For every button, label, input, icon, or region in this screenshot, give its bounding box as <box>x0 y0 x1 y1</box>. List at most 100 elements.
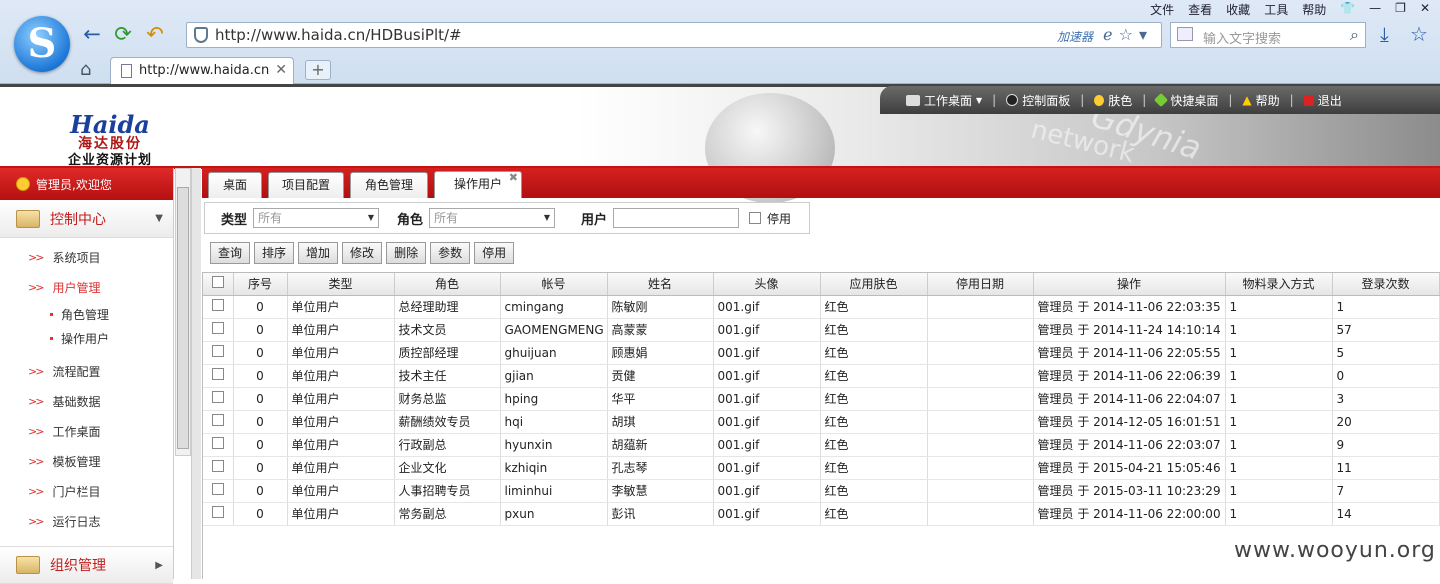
column-header[interactable]: 操作 <box>1033 273 1226 296</box>
close-icon[interactable]: ✕ <box>1420 1 1430 18</box>
sidebar-item-logs[interactable]: >> 运行日志 <box>0 506 173 536</box>
row-checkbox[interactable] <box>211 506 224 518</box>
table-row[interactable]: 0 单位用户 行政副总 hyunxin 胡蕴新 001.gif 红色 管理员 于 2014-1… <box>203 433 1440 457</box>
row-checkbox[interactable] <box>211 460 224 472</box>
menu-control-panel[interactable]: 控制面板 <box>1006 92 1070 109</box>
table-row[interactable]: 0 单位用户 技术文员 GAOMENGMENG 高蒙蒙 001.gif 红色 管理员 于 20… <box>203 318 1440 342</box>
menu-help[interactable]: 帮助 <box>1302 1 1326 18</box>
column-header[interactable]: 帐号 <box>500 273 608 296</box>
type-select[interactable]: 所有 ▼ <box>253 208 380 228</box>
row-select-cell[interactable] <box>203 456 234 480</box>
menu-logout[interactable]: 退出 <box>1303 92 1342 109</box>
address-bar-icons[interactable]: ℯ☆▾ <box>1103 25 1153 44</box>
disabled-checkbox[interactable] <box>749 212 762 224</box>
refresh-icon[interactable]: ⟳ <box>111 22 135 46</box>
sidebar-scrollbar[interactable] <box>175 168 191 456</box>
sidebar-item-base-data[interactable]: >> 基础数据 <box>0 386 173 416</box>
menu-file[interactable]: 文件 <box>1150 1 1174 18</box>
row-checkbox[interactable] <box>211 322 224 334</box>
select-all-cell[interactable] <box>203 273 234 296</box>
table-row[interactable]: 0 单位用户 财务总监 hping 华平 001.gif 红色 管理员 于 2014-11-0… <box>203 387 1440 411</box>
add-button[interactable]: 增加 <box>298 242 339 264</box>
column-header[interactable]: 头像 <box>713 273 821 296</box>
table-row[interactable]: 0 单位用户 技术主任 gjian 贡健 001.gif 红色 管理员 于 2014-11-0… <box>203 364 1440 388</box>
sidebar-item-workspace[interactable]: >> 工作桌面 <box>0 416 173 446</box>
table-row[interactable]: 0 单位用户 总经理助理 cmingang 陈敏刚 001.gif 红色 管理员 于 2014… <box>203 295 1440 319</box>
minimize-icon[interactable]: — <box>1369 1 1381 18</box>
search-box[interactable]: 输入文字搜索 ⌕ <box>1170 22 1366 48</box>
row-checkbox[interactable] <box>211 299 224 311</box>
row-select-cell[interactable] <box>203 364 234 388</box>
row-checkbox[interactable] <box>211 345 224 357</box>
row-select-cell[interactable] <box>203 387 234 411</box>
column-header[interactable]: 应用肤色 <box>820 273 928 296</box>
menu-skin[interactable]: 肤色 <box>1094 92 1132 109</box>
back-icon[interactable]: ← <box>80 22 104 46</box>
row-select-cell[interactable] <box>203 295 234 319</box>
menu-view[interactable]: 查看 <box>1188 1 1212 18</box>
sidebar-item-workflow[interactable]: >> 流程配置 <box>0 356 173 386</box>
row-checkbox[interactable] <box>211 368 224 380</box>
menu-tools[interactable]: 工具 <box>1264 1 1288 18</box>
tab-close-icon[interactable]: ✕ <box>275 62 287 78</box>
scrollbar-thumb[interactable] <box>177 187 189 449</box>
sidebar-item-templates[interactable]: >> 模板管理 <box>0 446 173 476</box>
table-row[interactable]: 0 单位用户 人事招聘专员 liminhui 李敏慧 001.gif 红色 管理员 于 201… <box>203 479 1440 503</box>
query-button[interactable]: 查询 <box>210 242 251 264</box>
column-header[interactable]: 角色 <box>394 273 501 296</box>
column-header[interactable]: 物料录入方式 <box>1225 273 1333 296</box>
column-header[interactable]: 序号 <box>233 273 288 296</box>
favorite-star-icon[interactable]: ☆ <box>1410 22 1428 46</box>
restore-icon[interactable]: ❐ <box>1395 1 1406 18</box>
sidebar-item-portal[interactable]: >> 门户栏目 <box>0 476 173 506</box>
download-icon[interactable]: ⤓ <box>1380 22 1389 46</box>
row-select-cell[interactable] <box>203 341 234 365</box>
row-select-cell[interactable] <box>203 318 234 342</box>
disable-button[interactable]: 停用 <box>474 242 515 264</box>
delete-button[interactable]: 删除 <box>386 242 427 264</box>
table-row[interactable]: 0 单位用户 薪酬绩效专员 hqi 胡琪 001.gif 红色 管理员 于 2014-12-0… <box>203 410 1440 434</box>
row-select-cell[interactable] <box>203 410 234 434</box>
search-icon[interactable]: ⌕ <box>1350 25 1359 45</box>
table-row[interactable]: 0 单位用户 常务副总 pxun 彭讯 001.gif 红色 管理员 于 2014-11-06… <box>203 502 1440 526</box>
address-bar[interactable]: http://www.haida.cn/HDBusiPlt/# 加速器 ℯ☆▾ <box>186 22 1162 48</box>
tab-role-management[interactable]: 角色管理 <box>350 172 428 198</box>
sort-button[interactable]: 排序 <box>254 242 295 264</box>
row-checkbox[interactable] <box>211 391 224 403</box>
menu-help-app[interactable]: ▲ 帮助 <box>1242 92 1279 109</box>
table-row[interactable]: 0 单位用户 质控部经理 ghuijuan 顾惠娟 001.gif 红色 管理员 于 2014… <box>203 341 1440 365</box>
menu-workspace[interactable]: 工作桌面 ▼ <box>906 92 982 109</box>
column-header[interactable]: 停用日期 <box>927 273 1034 296</box>
search-engine-icon[interactable] <box>1177 27 1193 41</box>
tab-project-config[interactable]: 项目配置 <box>268 172 344 198</box>
role-select[interactable]: 所有 ▼ <box>429 208 556 228</box>
skin-icon[interactable]: 👕 <box>1340 1 1355 18</box>
column-header[interactable]: 类型 <box>287 273 395 296</box>
select-all-checkbox[interactable] <box>211 276 224 289</box>
table-row[interactable]: 0 单位用户 企业文化 kzhiqin 孔志琴 001.gif 红色 管理员 于 2015-0… <box>203 456 1440 480</box>
sidebar-subitem-operators[interactable]: 操作用户 <box>0 326 173 350</box>
url-text[interactable]: http://www.haida.cn/HDBusiPlt/# <box>215 26 462 44</box>
row-select-cell[interactable] <box>203 479 234 503</box>
row-select-cell[interactable] <box>203 433 234 457</box>
edit-button[interactable]: 修改 <box>342 242 383 264</box>
tab-desktop[interactable]: 桌面 <box>208 172 262 198</box>
row-checkbox[interactable] <box>211 483 224 495</box>
sidebar-subitem-role-management[interactable]: 角色管理 <box>0 302 173 326</box>
sidebar-item-system-project[interactable]: >> 系统项目 <box>0 242 173 272</box>
home-icon[interactable]: ⌂ <box>80 59 91 80</box>
column-header[interactable]: 姓名 <box>607 273 714 296</box>
tab-operators[interactable]: 操作用户 ✖ <box>434 171 522 198</box>
menu-favorites[interactable]: 收藏 <box>1226 1 1250 18</box>
new-tab-button[interactable]: + <box>305 60 331 80</box>
row-select-cell[interactable] <box>203 502 234 526</box>
tab-close-icon[interactable]: ✖ <box>509 166 518 190</box>
accelerator-label[interactable]: 加速器 <box>1057 28 1093 45</box>
sidebar-group-control-center[interactable]: 控制中心 ▼ <box>0 200 173 238</box>
sidebar-splitter[interactable] <box>191 168 201 579</box>
row-checkbox[interactable] <box>211 414 224 426</box>
menu-quick-desktop[interactable]: 快捷桌面 <box>1154 92 1218 109</box>
row-checkbox[interactable] <box>211 437 224 449</box>
browser-tab[interactable]: http://www.haida.cn/HDBusiPlt/# ✕ <box>110 57 294 84</box>
params-button[interactable]: 参数 <box>430 242 471 264</box>
